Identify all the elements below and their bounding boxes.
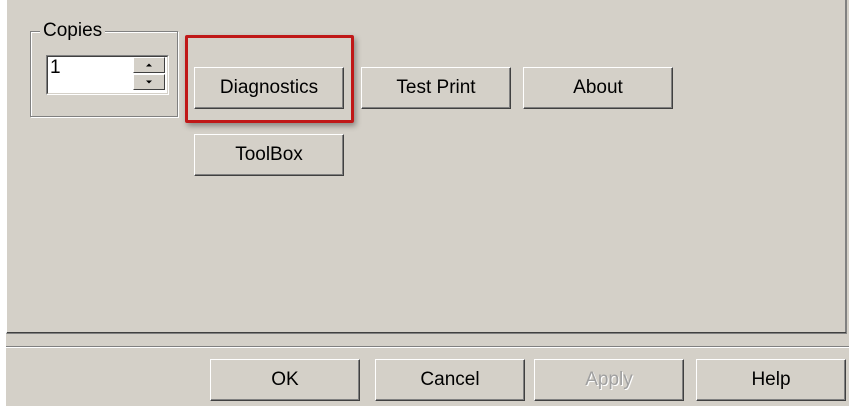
- help-button-label: Help: [751, 369, 791, 390]
- arrow-down-icon: [146, 80, 152, 84]
- test-print-button-label: Test Print: [396, 77, 476, 98]
- cancel-button[interactable]: Cancel: [375, 359, 525, 401]
- ok-button-label: OK: [271, 369, 299, 390]
- copies-value[interactable]: 1: [50, 58, 61, 78]
- toolbox-button-label: ToolBox: [235, 144, 303, 165]
- spin-down-button[interactable]: [133, 74, 165, 90]
- test-print-button[interactable]: Test Print: [361, 67, 511, 109]
- copies-group-label: Copies: [40, 20, 106, 42]
- arrow-up-icon: [146, 63, 152, 67]
- spin-up-button[interactable]: [133, 57, 165, 73]
- footer-separator: [6, 346, 849, 348]
- apply-button[interactable]: Apply: [534, 359, 684, 401]
- about-button-label: About: [573, 77, 623, 98]
- copies-spin-edit[interactable]: 1: [46, 55, 169, 95]
- cancel-button-label: Cancel: [420, 369, 480, 390]
- apply-button-label: Apply: [585, 369, 633, 390]
- toolbox-button[interactable]: ToolBox: [194, 134, 344, 176]
- printer-properties-dialog: Copies 1 Diagnostics Test Print About To…: [6, 0, 849, 406]
- about-button[interactable]: About: [523, 67, 673, 109]
- diagnostics-highlight-annotation: [185, 35, 354, 123]
- ok-button[interactable]: OK: [210, 359, 360, 401]
- help-button[interactable]: Help: [696, 359, 846, 401]
